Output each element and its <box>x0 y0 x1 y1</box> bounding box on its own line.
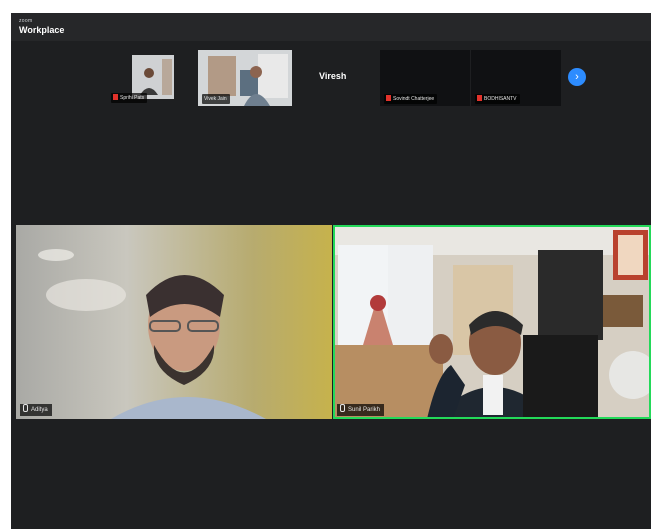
participant-video <box>16 225 332 419</box>
participant-tile[interactable]: Vivek Jain <box>198 50 292 106</box>
main-video-tile-right[interactable]: Sunil Parikh <box>333 225 651 419</box>
microphone-icon <box>340 404 345 413</box>
participant-name-label: BODHISANTV <box>475 94 520 104</box>
next-page-button[interactable]: › <box>568 68 586 86</box>
main-video-tile-left[interactable]: Aditya <box>16 225 332 419</box>
participant-name-label: Sprihi Pats <box>111 93 148 103</box>
participant-video <box>333 225 651 419</box>
mic-muted-icon <box>113 93 118 100</box>
chevron-right-icon: › <box>575 71 579 83</box>
app-title: Workplace <box>19 25 65 35</box>
mic-muted-icon <box>386 94 391 101</box>
participant-tile[interactable]: BODHISANTV <box>471 50 561 106</box>
brand-small-label: zoom <box>19 18 33 24</box>
participant-name-only-tile[interactable]: Viresh <box>319 71 346 81</box>
participant-name-label: Aditya <box>20 404 52 416</box>
meeting-window: zoom Workplace Sprihi Pats Vivek Jain Vi… <box>11 13 651 529</box>
participant-name-label: Vivek Jain <box>202 94 230 104</box>
participant-name-label: Sunil Parikh <box>337 404 385 416</box>
participant-name-label: Sovindt Chatterjee <box>384 94 438 104</box>
participant-tile[interactable]: Sovindt Chatterjee <box>380 50 470 106</box>
title-bar: zoom Workplace <box>11 13 651 41</box>
mic-muted-icon <box>477 94 482 101</box>
microphone-icon <box>23 404 28 413</box>
